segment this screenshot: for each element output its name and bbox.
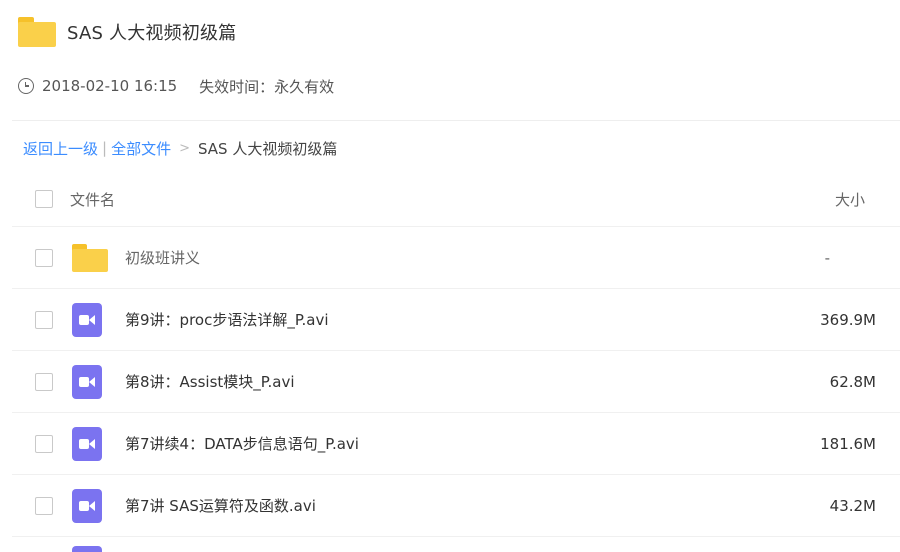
file-name[interactable]: 第9讲：proc步语法详解_P.avi — [125, 309, 329, 330]
table-row[interactable]: 初级班讲义 - — [12, 227, 900, 289]
table-row[interactable]: 第8讲：Assist模块_P.avi 62.8M — [12, 351, 900, 413]
row-checkbox[interactable] — [35, 496, 53, 515]
share-page: SAS 人大视频初级篇 2018-02-10 16:15 失效时间：永久有效 返… — [0, 0, 900, 552]
file-name[interactable]: 第7讲 SAS运算符及函数.avi — [125, 495, 316, 516]
folder-icon — [18, 17, 56, 47]
row-checkbox[interactable] — [35, 310, 53, 329]
select-all-checkbox[interactable] — [35, 190, 53, 208]
breadcrumb-separator: | — [102, 139, 108, 157]
video-file-icon — [72, 426, 102, 461]
table-header: 文件名 大小 — [12, 172, 900, 227]
back-link[interactable]: 返回上一级 — [23, 138, 98, 159]
video-file-icon — [72, 488, 102, 523]
share-date: 2018-02-10 16:15 — [42, 77, 178, 95]
file-name[interactable]: 初级班讲义 — [125, 247, 200, 268]
file-size: 369.9M — [820, 310, 876, 329]
row-checkbox[interactable] — [35, 434, 53, 453]
folder-icon — [72, 243, 108, 272]
expire-time: 失效时间：永久有效 — [199, 77, 335, 96]
video-file-icon — [72, 546, 102, 552]
file-size: 43.2M — [829, 496, 876, 515]
file-size: - — [824, 248, 830, 267]
share-header: SAS 人大视频初级篇 — [18, 14, 236, 50]
breadcrumb-current: SAS 人大视频初级篇 — [198, 139, 338, 158]
video-file-icon — [72, 364, 102, 399]
all-files-link[interactable]: 全部文件 — [111, 138, 171, 159]
video-file-icon — [72, 302, 102, 337]
file-name[interactable]: 第8讲：Assist模块_P.avi — [125, 371, 295, 392]
column-header-size[interactable]: 大小 — [835, 189, 865, 210]
table-row[interactable]: 第7讲 SAS运算符及函数.avi 43.2M — [12, 475, 900, 537]
share-info: 2018-02-10 16:15 失效时间：永久有效 — [18, 74, 334, 98]
row-checkbox[interactable] — [35, 372, 53, 391]
file-table: 文件名 大小 初级班讲义 - 第9讲：proc步语法详解_P.avi 369.9… — [12, 172, 900, 537]
clock-icon — [18, 78, 34, 94]
file-name[interactable]: 第7讲续4：DATA步信息语句_P.avi — [125, 433, 359, 454]
table-row[interactable]: 第9讲：proc步语法详解_P.avi 369.9M — [12, 289, 900, 351]
share-title: SAS 人大视频初级篇 — [67, 23, 237, 44]
row-checkbox[interactable] — [35, 248, 53, 267]
file-size: 181.6M — [820, 434, 876, 453]
column-header-name[interactable]: 文件名 — [70, 189, 115, 210]
divider — [12, 120, 900, 121]
file-size: 62.8M — [829, 372, 876, 391]
table-row[interactable]: 第7讲续4：DATA步信息语句_P.avi 181.6M — [12, 413, 900, 475]
breadcrumb: 返回上一级 | 全部文件 > SAS 人大视频初级篇 — [23, 136, 337, 160]
breadcrumb-arrow: > — [179, 140, 190, 156]
